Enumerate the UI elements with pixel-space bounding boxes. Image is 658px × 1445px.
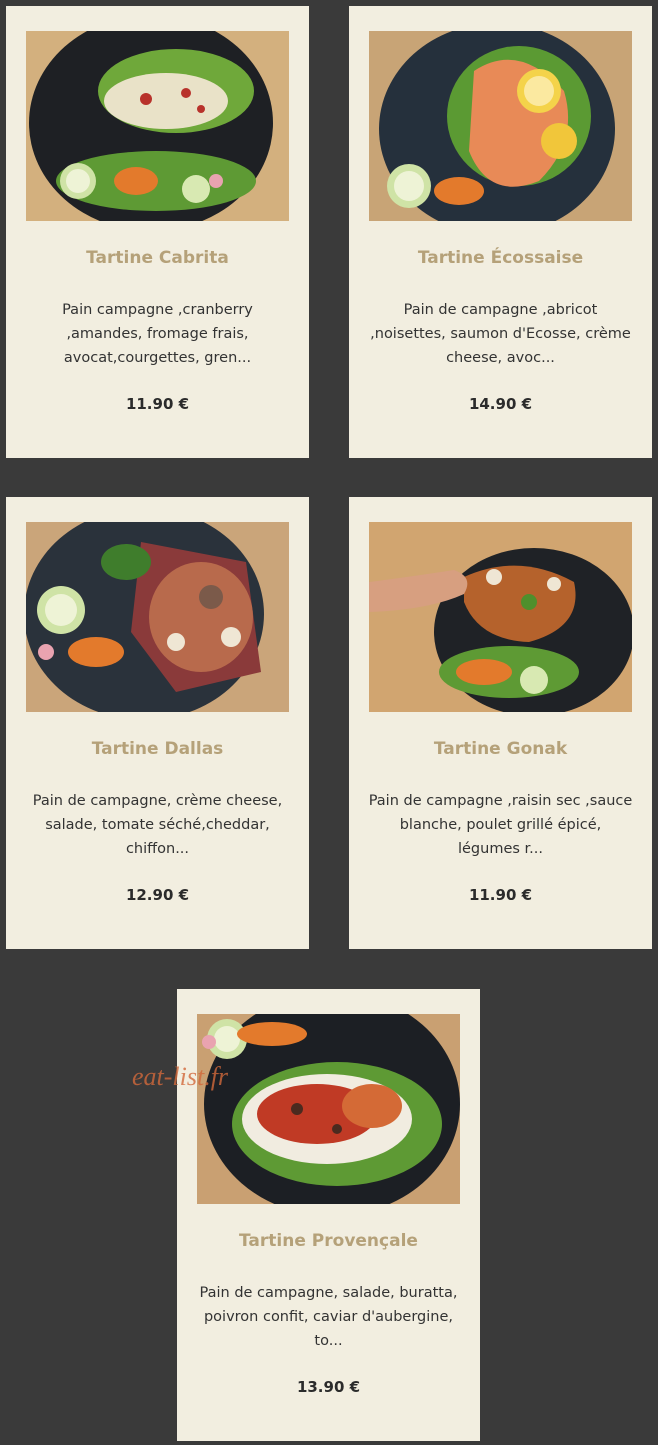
menu-card[interactable]: Tartine Écossaise Pain de campagne ,abri… xyxy=(349,6,652,458)
dish-title: Tartine Dallas xyxy=(91,739,224,759)
dish-description: Pain campagne ,cranberry ,amandes, froma… xyxy=(62,302,253,366)
dish-description: Pain de campagne ,raisin sec ,sauce blan… xyxy=(368,793,633,857)
dish-photo[interactable] xyxy=(26,522,289,712)
dish-photo[interactable] xyxy=(369,31,632,221)
dish-price: 11.90 € xyxy=(468,886,533,904)
dish-price: 13.90 € xyxy=(296,1378,361,1396)
dish-price: 14.90 € xyxy=(468,395,533,413)
dish-title: Tartine Gonak xyxy=(433,739,568,759)
menu-card[interactable]: Tartine Gonak Pain de campagne ,raisin s… xyxy=(349,497,652,949)
dish-description: Pain de campagne ,abricot ,noisettes, sa… xyxy=(370,302,631,366)
dish-description: Pain de campagne, crème cheese, salade, … xyxy=(32,793,283,857)
dish-price: 12.90 € xyxy=(125,886,190,904)
dish-title: Tartine Écossaise xyxy=(417,248,584,268)
watermark: eat-list.fr xyxy=(132,1062,229,1091)
dish-photo[interactable] xyxy=(197,1014,460,1204)
menu-card[interactable]: Tartine Dallas Pain de campagne, crème c… xyxy=(6,497,309,949)
dish-price: 11.90 € xyxy=(125,395,190,413)
dish-photo[interactable] xyxy=(26,31,289,221)
dish-title: Tartine Provençale xyxy=(239,1231,418,1251)
menu-card[interactable]: Tartine Provençale Pain de campagne, sal… xyxy=(177,989,480,1441)
menu-card[interactable]: Tartine Cabrita Pain campagne ,cranberry… xyxy=(6,6,309,458)
dish-photo[interactable] xyxy=(369,522,632,712)
dish-description: Pain de campagne, salade, buratta, poivr… xyxy=(199,1285,458,1349)
dish-title: Tartine Cabrita xyxy=(86,248,229,268)
